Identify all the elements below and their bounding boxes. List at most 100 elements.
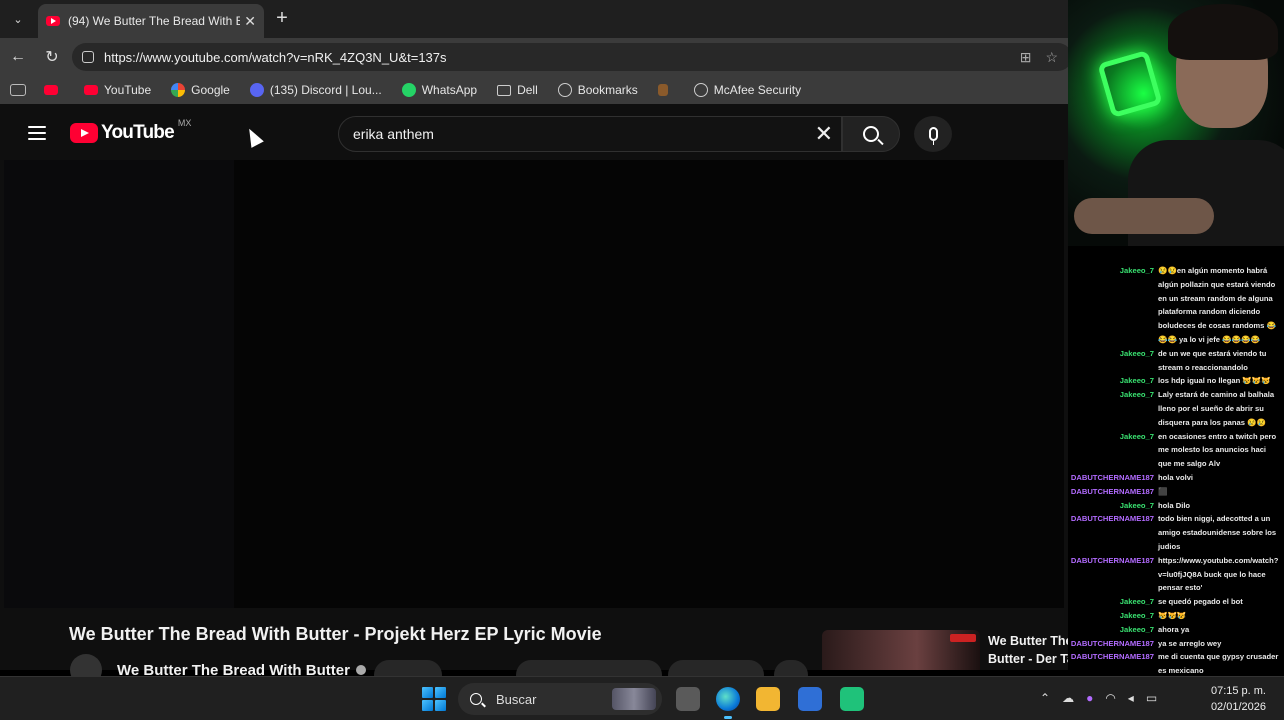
microphone-icon[interactable]: ●: [1086, 691, 1093, 705]
browser-tab-bar: ⌄ (94) We Butter The Bread With Butter ✕…: [0, 0, 1068, 38]
bookmark-mcafee[interactable]: McAfee Security: [693, 83, 802, 97]
chat-username: DABUTCHERNAME187: [1070, 514, 1154, 524]
taskbar-search[interactable]: Buscar: [458, 683, 662, 715]
youtube-play-icon: [70, 123, 98, 143]
tab-actions-icon[interactable]: [10, 84, 26, 96]
tab-list-button[interactable]: ⌄: [6, 8, 30, 30]
youtube-favicon-icon: [46, 16, 60, 26]
bookmark-bookmarks[interactable]: Bookmarks: [557, 83, 638, 97]
back-button[interactable]: ←: [8, 47, 28, 67]
search-icon: [863, 126, 879, 142]
chat-username: DABUTCHERNAME187: [1070, 486, 1154, 496]
chat-message: DABUTCHERNAME187 me di cuenta que gypsy c…: [1068, 650, 1284, 676]
recommended-thumbnail[interactable]: [822, 630, 980, 670]
cloud-icon[interactable]: ☁: [1062, 691, 1074, 705]
taskbar-search-label: Buscar: [496, 691, 537, 707]
chat-message: Jakeeo_7 Laly estará de camino al balhala…: [1068, 388, 1284, 429]
voice-search-button[interactable]: [914, 116, 952, 152]
chat-text: se quedó pegado el bot: [1158, 597, 1243, 607]
youtube-icon: [44, 85, 58, 95]
chat-message: Jakeeo_7 los hdp igual no llegan 😿😿😿: [1068, 374, 1284, 388]
whatsapp-icon: [401, 83, 416, 97]
discord-icon: [249, 83, 264, 97]
arrow-left-icon: ←: [10, 48, 26, 65]
file-explorer-icon[interactable]: [756, 687, 780, 711]
recommended-video[interactable]: We Butter The Bread With Butter - Der Ta…: [822, 630, 1166, 670]
stream-chat: Jakeeo_7 😢😢en algún momento habrá algún p…: [1068, 246, 1284, 676]
windows-taskbar: Buscar ⌃ ☁ ● ◠ ◂ ▭ 07:15 p. m. 02/01/202…: [0, 676, 1284, 720]
reload-button[interactable]: ↻: [42, 47, 62, 67]
wifi-icon[interactable]: ◠: [1105, 691, 1115, 705]
search-highlight-image: [612, 688, 656, 710]
bookmark-extension[interactable]: [657, 84, 674, 96]
system-tray: ⌃ ☁ ● ◠ ◂ ▭: [1040, 691, 1157, 705]
chat-username: Jakeeo_7: [1119, 624, 1154, 634]
chat-text: 😿😿😿: [1158, 610, 1187, 620]
globe-icon: [557, 83, 572, 97]
chat-message: Jakeeo_7 hola Dilo: [1068, 499, 1284, 513]
search-button[interactable]: [842, 116, 900, 152]
chat-message: DABUTCHERNAME187 https://www.youtube.com/…: [1068, 554, 1284, 595]
chat-text: ⬛: [1158, 486, 1168, 496]
chat-message: Jakeeo_7 de un we que estará viendo tu st…: [1068, 347, 1284, 375]
address-bar[interactable]: https://www.youtube.com/watch?v=nRK_4ZQ3…: [72, 43, 1072, 71]
youtube-logo[interactable]: YouTube MX: [70, 118, 191, 144]
chat-message: DABUTCHERNAME187 ⬛: [1068, 485, 1284, 499]
bookmark-google[interactable]: Google: [171, 83, 230, 97]
chat-username: Jakeeo_7: [1119, 266, 1154, 275]
start-button[interactable]: [422, 687, 446, 711]
chat-text: me di cuenta que gypsy crusader es mexic…: [1158, 652, 1279, 676]
search-input[interactable]: erika anthem ✕: [338, 116, 842, 152]
chat-text: 😢😢en algún momento habrá algún pollazin …: [1158, 266, 1276, 344]
chat-text: en ocasiones entro a twitch pero me mole…: [1158, 431, 1277, 469]
guide-menu-button[interactable]: [28, 126, 46, 140]
microsoft-store-icon[interactable]: [798, 687, 822, 711]
chat-username: DABUTCHERNAME187: [1070, 555, 1154, 565]
edge-browser-icon[interactable]: [716, 687, 740, 719]
taskbar-clock[interactable]: 07:15 p. m. 02/01/2026: [1200, 683, 1266, 715]
app-icon[interactable]: [840, 687, 864, 711]
new-tab-button[interactable]: +: [272, 8, 292, 28]
chat-message: DABUTCHERNAME187 todo bien niggi, adecott…: [1068, 512, 1284, 553]
globe-icon: [693, 83, 708, 97]
bookmark-discord[interactable]: (135) Discord | Lou...: [249, 83, 382, 97]
browser-nav-bar: ← ↻ https://www.youtube.com/watch?v=nRK_…: [0, 38, 1072, 76]
chat-username: Jakeeo_7: [1119, 348, 1154, 358]
app-available-icon[interactable]: ⊞: [1020, 49, 1032, 66]
volume-icon[interactable]: ◂: [1128, 691, 1134, 705]
browser-tab-active[interactable]: (94) We Butter The Bread With Butter ✕: [38, 4, 264, 38]
chat-username: DABUTCHERNAME187: [1070, 652, 1154, 662]
chevron-down-icon: ⌄: [13, 13, 23, 26]
bookmark-youtube-shortcut[interactable]: [44, 85, 64, 95]
chevron-up-icon[interactable]: ⌃: [1040, 691, 1050, 705]
bookmark-label: Bookmarks: [577, 83, 638, 97]
battery-icon[interactable]: ▭: [1146, 691, 1157, 705]
bookmark-label: McAfee Security: [713, 83, 802, 97]
tab-close-button[interactable]: ✕: [244, 13, 256, 30]
chat-text: https://www.youtube.com/watch?v=lu0fjJQ8…: [1158, 555, 1279, 593]
bookmark-dell[interactable]: Dell: [497, 83, 538, 97]
bookmark-label: (135) Discord | Lou...: [269, 83, 382, 97]
video-title: We Butter The Bread With Butter - Projek…: [69, 624, 602, 644]
video-player[interactable]: [4, 160, 1064, 608]
chat-text: ahora ya: [1158, 624, 1190, 634]
chat-message: DABUTCHERNAME187 ya se arreglo wey: [1068, 637, 1284, 651]
chat-message: Jakeeo_7 se quedó pegado el bot: [1068, 595, 1284, 609]
site-info-icon: [82, 51, 94, 63]
chat-message: Jakeeo_7 en ocasiones entro a twitch pero…: [1068, 430, 1284, 471]
folder-icon: [497, 84, 512, 96]
webcam-overlay: [1068, 0, 1284, 246]
chat-text: hola volvi: [1158, 472, 1194, 482]
task-view-icon[interactable]: [676, 687, 700, 711]
chat-username: Jakeeo_7: [1119, 431, 1154, 441]
chat-message: DABUTCHERNAME187 hola volvi: [1068, 471, 1284, 485]
favorite-star-icon[interactable]: ☆: [1045, 49, 1058, 66]
bookmark-whatsapp[interactable]: WhatsApp: [401, 83, 477, 97]
bookmark-youtube[interactable]: YouTube: [84, 83, 151, 97]
chat-text: de un we que estará viendo tu stream o r…: [1158, 348, 1267, 372]
chat-username: Jakeeo_7: [1119, 390, 1154, 400]
chat-message: Jakeeo_7 ahora ya: [1068, 623, 1284, 637]
chat-username: Jakeeo_7: [1119, 500, 1154, 510]
clear-search-button[interactable]: ✕: [815, 123, 833, 145]
clock-date: 02/01/2026: [1210, 701, 1266, 713]
